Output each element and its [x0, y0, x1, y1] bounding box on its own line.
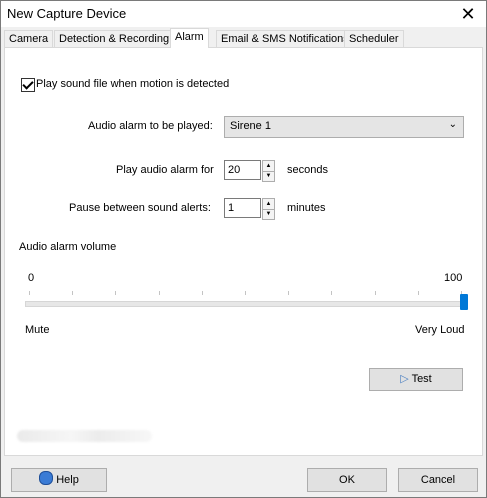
tab-detection-recording[interactable]: Detection & Recording [54, 30, 175, 47]
volume-tick [158, 291, 160, 295]
title-bar: New Capture Device ✕ [1, 1, 486, 27]
play-for-stepper[interactable]: ▲ ▼ [224, 160, 276, 182]
audio-alarm-value: Sirene 1 [230, 120, 271, 132]
volume-tick [374, 291, 376, 295]
volume-tick [201, 291, 203, 295]
volume-tick [417, 291, 419, 295]
pause-label: Pause between sound alerts: [69, 202, 211, 214]
tab-email-sms[interactable]: Email & SMS Notifications [216, 30, 354, 47]
volume-slider-track[interactable] [25, 301, 467, 307]
test-button[interactable]: ▷ Test [369, 368, 463, 391]
play-for-label: Play audio alarm for [116, 164, 214, 176]
blurred-text [17, 430, 152, 442]
audio-alarm-label: Audio alarm to be played: [88, 120, 213, 132]
spin-down-icon[interactable]: ▼ [263, 209, 274, 219]
volume-tick [29, 291, 30, 295]
cancel-button[interactable]: Cancel [398, 468, 478, 492]
pause-stepper[interactable]: ▲ ▼ [224, 198, 276, 220]
play-for-spin-buttons: ▲ ▼ [262, 160, 275, 182]
tab-camera[interactable]: Camera [4, 30, 54, 47]
pause-unit: minutes [287, 202, 326, 214]
volume-tick [245, 291, 246, 295]
volume-tick [288, 291, 290, 295]
help-button-label: Help [56, 474, 79, 486]
play-for-input[interactable] [224, 160, 261, 180]
tab-alarm[interactable]: Alarm [170, 28, 209, 48]
play-sound-checkbox[interactable] [21, 78, 35, 92]
capture-device-dialog: New Capture Device ✕ Camera Detection & … [0, 0, 487, 498]
volume-very-loud-label: Very Loud [415, 324, 465, 336]
play-icon: ▷ [400, 373, 409, 385]
play-for-unit: seconds [287, 164, 328, 176]
volume-tick [72, 291, 74, 295]
pause-input[interactable] [224, 198, 261, 218]
volume-tick [331, 291, 333, 295]
tab-scheduler[interactable]: Scheduler [344, 30, 404, 47]
alarm-panel: Play sound file when motion is detected … [4, 47, 483, 456]
spin-down-icon[interactable]: ▼ [263, 171, 274, 181]
audio-alarm-select[interactable]: Sirene 1 ⌄ [224, 116, 464, 138]
volume-max-label: 100 [444, 272, 463, 284]
chevron-down-icon: ⌄ [448, 119, 457, 130]
window-title: New Capture Device [7, 6, 127, 21]
test-button-label: Test [411, 373, 432, 385]
help-icon [39, 471, 54, 485]
volume-label: Audio alarm volume [19, 241, 117, 253]
volume-mute-label: Mute [25, 324, 50, 336]
volume-min-label: 0 [28, 272, 35, 284]
volume-tick [115, 291, 117, 295]
close-icon[interactable]: ✕ [456, 3, 480, 25]
pause-spin-buttons: ▲ ▼ [262, 198, 275, 220]
play-sound-label: Play sound file when motion is detected [36, 78, 230, 90]
tab-bar: Camera Detection & Recording Alarm Email… [4, 28, 484, 48]
volume-slider-thumb[interactable] [460, 294, 468, 310]
help-button[interactable]: Help [11, 468, 107, 492]
ok-button[interactable]: OK [307, 468, 387, 492]
